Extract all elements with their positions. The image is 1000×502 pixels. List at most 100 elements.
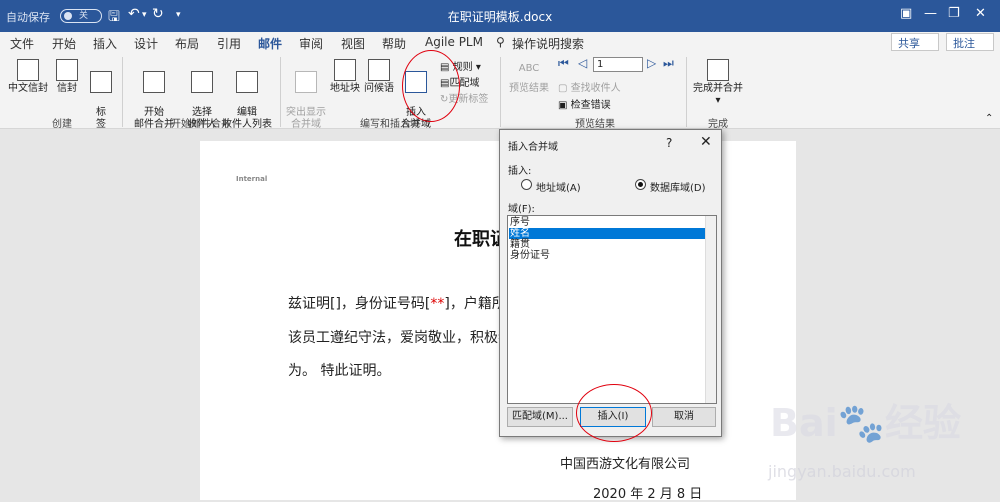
restore-icon[interactable]: ❐ xyxy=(948,6,960,21)
document-line-2: 该员工遵纪守法，爱岗敬业，积极参 xyxy=(288,330,512,346)
abc-icon: ABC xyxy=(518,63,540,74)
fields-label: 域(F): xyxy=(508,204,535,215)
autosave-label: 自动保存 xyxy=(6,11,50,24)
comment-button[interactable]: 批注 xyxy=(946,33,994,51)
preview-results-button[interactable]: ABC 预览结果 xyxy=(506,59,552,95)
chinese-envelope-label: 中文信封 xyxy=(8,83,48,94)
title-bar: 自动保存 关 🖫 ↶ ▾ ↻ ▾ 在职证明模板.docx ▣ — ❐ ✕ xyxy=(0,0,1000,32)
highlight-merge-fields-icon xyxy=(295,71,317,93)
collapse-ribbon-icon[interactable]: ⌃ xyxy=(985,113,993,124)
tab-design[interactable]: 设计 xyxy=(134,35,158,52)
match-fields-dialog-button[interactable]: 匹配域(M)... xyxy=(507,407,573,427)
annotation-circle xyxy=(576,384,652,442)
save-icon[interactable]: 🖫 xyxy=(108,6,120,30)
document-date: 2020 年 2 月 8 日 xyxy=(593,487,703,502)
field-item[interactable]: 籍贯 xyxy=(509,239,705,250)
tab-review[interactable]: 审阅 xyxy=(299,35,323,52)
search-icon: ⚲ xyxy=(496,35,505,49)
merge-placeholder: ** xyxy=(430,296,445,312)
group-create-label: 创建 xyxy=(52,119,72,130)
edit-recipients-icon xyxy=(236,71,258,93)
labels-button[interactable]: 标 签 xyxy=(88,59,114,131)
redo-icon[interactable]: ↻ xyxy=(152,6,164,22)
tab-help[interactable]: 帮助 xyxy=(382,35,406,52)
group-preview-label: 预览结果 xyxy=(575,119,615,130)
cancel-button[interactable]: 取消 xyxy=(652,407,716,427)
tab-references[interactable]: 引用 xyxy=(217,35,241,52)
insert-type-label: 插入: xyxy=(508,166,532,177)
ribbon: 中文信封 信封 标 签 创建 开始 邮件合并 选择 收件人 编辑 收件人列表 开… xyxy=(0,53,1000,131)
first-record-icon[interactable]: ⏮ xyxy=(558,56,569,71)
group-write-insert-label: 编写和插入域 xyxy=(360,119,420,130)
minimize-icon[interactable]: — xyxy=(924,6,937,21)
last-record-icon[interactable]: ⏭ xyxy=(663,56,674,71)
chinese-envelope-button[interactable]: 中文信封 xyxy=(6,59,50,95)
tab-agile-plm[interactable]: Agile PLM xyxy=(425,35,483,49)
annotation-circle xyxy=(402,50,460,122)
field-item-selected[interactable]: 姓名 xyxy=(509,228,705,239)
finish-merge-dropdown-icon: ▾ xyxy=(715,95,721,106)
group-separator xyxy=(500,57,501,127)
group-finish-label: 完成 xyxy=(708,119,728,130)
autosave-toggle[interactable]: 关 xyxy=(60,9,102,23)
undo-dropdown-icon[interactable]: ▾ xyxy=(142,10,147,20)
greeting-line-icon xyxy=(368,59,390,81)
envelope-button[interactable]: 信封 xyxy=(52,59,82,95)
document-line-1: 兹证明[]，身份证号码[**]，户籍所 xyxy=(288,293,506,313)
start-mail-merge-label: 开始 邮件合并 xyxy=(134,107,174,130)
chinese-envelope-icon xyxy=(17,59,39,81)
start-mail-merge-icon xyxy=(143,71,165,93)
tell-me-search[interactable]: 操作说明搜索 xyxy=(512,35,584,52)
find-recipient-label: 查找收件人 xyxy=(570,83,621,94)
next-record-icon[interactable]: ▷ xyxy=(647,56,656,70)
group-start-merge-label: 开始邮件合并 xyxy=(171,119,231,130)
group-separator xyxy=(280,57,281,127)
greeting-line-button[interactable]: 问候语 xyxy=(362,59,396,95)
field-item[interactable]: 序号 xyxy=(509,217,705,228)
envelope-icon xyxy=(56,59,78,81)
check-errors-label: 检查错误 xyxy=(570,100,611,111)
address-block-button[interactable]: 地址块 xyxy=(328,59,362,95)
field-item[interactable]: 身份证号 xyxy=(509,250,705,261)
highlight-merge-fields-button[interactable]: 突出显示 合并域 xyxy=(284,59,328,131)
help-icon[interactable]: ? xyxy=(666,136,672,150)
share-button[interactable]: 共享 xyxy=(891,33,939,51)
tab-insert[interactable]: 插入 xyxy=(93,35,117,52)
address-block-icon xyxy=(334,59,356,81)
ribbon-display-icon[interactable]: ▣ xyxy=(900,6,912,21)
comment-label: 批注 xyxy=(953,37,975,50)
preview-results-label: 预览结果 xyxy=(509,83,549,94)
find-recipient-button[interactable]: ▢ 查找收件人 xyxy=(558,79,621,94)
address-fields-radio[interactable] xyxy=(521,179,532,190)
undo-icon[interactable]: ↶ xyxy=(128,6,140,22)
check-errors-button[interactable]: ▣ 检查错误 xyxy=(558,96,611,111)
watermark-brand: Bai xyxy=(770,401,838,445)
group-separator xyxy=(122,57,123,127)
baidu-watermark-logo: Bai🐾经验 xyxy=(770,401,961,445)
tab-mailings[interactable]: 邮件 xyxy=(258,35,283,56)
tab-home[interactable]: 开始 xyxy=(52,35,76,52)
dialog-close-icon[interactable]: ✕ xyxy=(700,134,712,150)
tab-layout[interactable]: 布局 xyxy=(175,35,199,52)
database-fields-radio[interactable] xyxy=(635,179,646,190)
listbox-scrollbar[interactable] xyxy=(705,216,716,403)
address-block-label: 地址块 xyxy=(330,83,360,94)
group-separator xyxy=(686,57,687,127)
record-number-input[interactable]: 1 xyxy=(593,57,643,72)
watermark-brand-cn: 经验 xyxy=(884,401,961,445)
previous-record-icon[interactable]: ◁ xyxy=(578,56,587,70)
select-recipients-icon xyxy=(191,71,213,93)
ribbon-tab-bar: 文件 开始 插入 设计 布局 引用 邮件 审阅 视图 帮助 Agile PLM … xyxy=(0,32,1000,56)
highlight-merge-fields-label: 突出显示 合并域 xyxy=(286,107,326,130)
finish-merge-button[interactable]: 完成并合并 ▾ xyxy=(692,59,744,107)
tab-view[interactable]: 视图 xyxy=(341,35,365,52)
fields-listbox[interactable]: 序号 姓名 籍贯 身份证号 xyxy=(507,215,717,404)
tab-file[interactable]: 文件 xyxy=(10,35,34,52)
customize-toolbar-icon[interactable]: ▾ xyxy=(176,10,181,20)
database-fields-label: 数据库域(D) xyxy=(650,183,706,194)
close-icon[interactable]: ✕ xyxy=(975,6,986,21)
labels-label: 标 签 xyxy=(96,107,106,130)
classification-label: Internal xyxy=(236,175,268,183)
envelope-label: 信封 xyxy=(57,83,77,94)
finish-merge-icon xyxy=(707,59,729,81)
